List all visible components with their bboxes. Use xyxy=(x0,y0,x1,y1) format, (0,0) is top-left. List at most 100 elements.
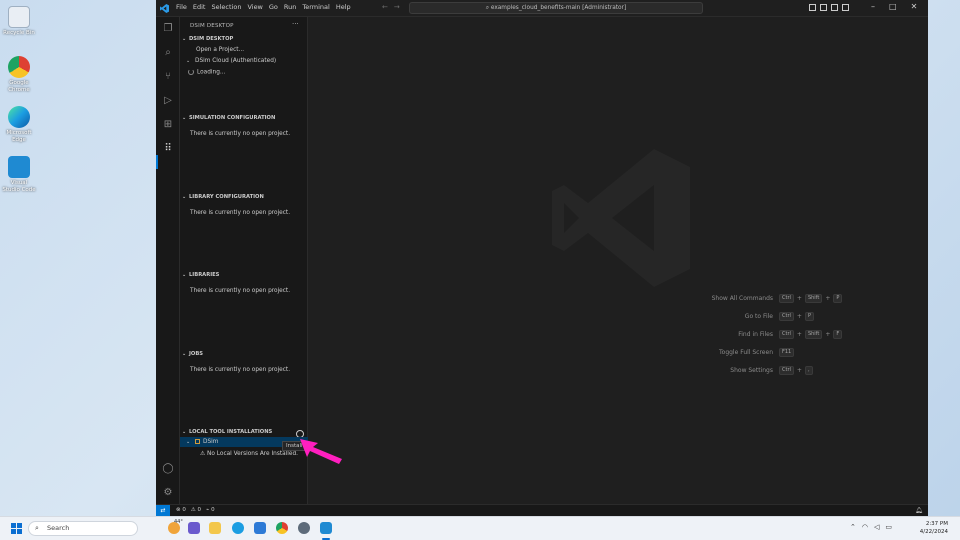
problems-indicator[interactable]: ⊗ 0 ⚠ 0 ⌁ 0 xyxy=(176,507,215,513)
more-actions-icon[interactable]: ··· xyxy=(292,20,299,28)
ports-value: 0 xyxy=(211,507,215,513)
menu-file[interactable]: File xyxy=(176,3,187,11)
run-debug-icon[interactable]: ▷ xyxy=(162,95,174,107)
menu-go[interactable]: Go xyxy=(269,3,278,11)
warning-label: No Local Versions Are Installed. xyxy=(207,451,298,457)
shortcut-keys: Ctrl + Shift + F xyxy=(779,330,843,339)
remote-indicator-icon[interactable]: ⇄ xyxy=(156,505,170,516)
key: F xyxy=(833,330,843,339)
clock[interactable]: 2:37 PM 4/22/2024 xyxy=(908,520,948,536)
nav-arrows: ←→ xyxy=(382,3,406,11)
chevron-down-icon: ⌄ xyxy=(182,115,187,121)
chevron-down-icon: ⌄ xyxy=(182,36,187,42)
volume-icon[interactable]: ◁ xyxy=(874,523,879,531)
edge-taskbar-icon[interactable] xyxy=(232,522,244,534)
source-control-icon[interactable]: ⑂ xyxy=(162,71,174,83)
customize-layout-icon[interactable] xyxy=(842,4,849,11)
shortcut-label: Show All Commands xyxy=(711,295,773,302)
toggle-sidebar-icon[interactable] xyxy=(809,4,816,11)
menu-run[interactable]: Run xyxy=(284,3,296,11)
menu-selection[interactable]: Selection xyxy=(211,3,241,11)
loading-spinner-icon xyxy=(188,69,194,75)
section-header-local-tool-installations[interactable]: ⌄ LOCAL TOOL INSTALLATIONS xyxy=(182,429,272,435)
command-center-text: examples_cloud_benefits-main [Administra… xyxy=(490,5,627,11)
close-icon[interactable]: ✕ xyxy=(911,2,918,11)
minimize-icon[interactable]: – xyxy=(871,2,875,11)
key: P xyxy=(833,294,843,303)
battery-icon[interactable]: ▭ xyxy=(885,523,892,531)
maximize-icon[interactable]: □ xyxy=(889,2,897,11)
clock-date: 4/22/2024 xyxy=(919,529,948,535)
vscode-taskbar-icon[interactable] xyxy=(320,522,332,534)
ports-icon: ⌁ xyxy=(206,507,210,513)
warnings-value: 0 xyxy=(197,507,202,513)
shortcut-keys: Ctrl + P xyxy=(779,312,814,321)
key-plus: + xyxy=(796,295,802,302)
menu-help[interactable]: Help xyxy=(336,3,351,11)
key: Shift xyxy=(804,294,823,303)
command-center[interactable]: ⌕ examples_cloud_benefits-main [Administ… xyxy=(409,2,703,14)
desktop-icon-vscode[interactable]: Visual Studio Code xyxy=(2,156,36,194)
empty-message: There is currently no open project. xyxy=(190,288,291,294)
status-bar: ⇄ ⊗ 0 ⚠ 0 ⌁ 0 🔔︎ xyxy=(156,504,928,516)
chevron-up-icon[interactable]: ⌃ xyxy=(850,523,856,531)
shortcut-show-settings[interactable]: Show Settings Ctrl +, xyxy=(308,366,928,378)
back-arrow-icon[interactable]: ← xyxy=(382,3,394,11)
section-header-simulation-configuration[interactable]: ⌄ SIMULATION CONFIGURATION xyxy=(182,115,275,121)
section-header-library-configuration[interactable]: ⌄ LIBRARY CONFIGURATION xyxy=(182,194,264,200)
settings-taskbar-icon[interactable] xyxy=(298,522,310,534)
dsim-cloud-label: DSim Cloud (Authenticated) xyxy=(195,58,277,64)
shortcut-label: Toggle Full Screen xyxy=(719,349,773,356)
chevron-down-icon: ⌄ xyxy=(182,429,187,435)
errors-value: 0 xyxy=(182,507,186,513)
dsim-cloud-item[interactable]: ⌄ DSim Cloud (Authenticated) xyxy=(186,58,276,64)
shortcut-keys: F11 xyxy=(779,348,795,357)
section-header-jobs[interactable]: ⌄ JOBS xyxy=(182,351,203,357)
key: Shift xyxy=(804,330,823,339)
loading-item: Loading... xyxy=(188,69,225,76)
shortcut-go-to-file[interactable]: Go to File Ctrl + P xyxy=(308,312,928,324)
chrome-taskbar-icon[interactable] xyxy=(276,522,288,534)
toggle-panel-icon[interactable] xyxy=(820,4,827,11)
weather-temp: 44° xyxy=(174,519,183,525)
explorer-icon[interactable]: ❐ xyxy=(162,23,174,35)
section-header-dsim-desktop[interactable]: ⌄ DSIM DESKTOP xyxy=(182,36,233,42)
dsim-tool-item[interactable]: ⌄ DSim xyxy=(186,439,218,445)
empty-message: There is currently no open project. xyxy=(190,367,291,373)
desktop-icon-edge[interactable]: Microsoft Edge xyxy=(2,106,36,144)
store-icon[interactable] xyxy=(254,522,266,534)
key: Ctrl xyxy=(779,330,794,339)
dsim-icon[interactable]: ⠿ xyxy=(162,143,174,155)
search-icon: ⌕ xyxy=(35,524,39,532)
empty-message: There is currently no open project. xyxy=(190,210,291,216)
clock-time: 2:37 PM xyxy=(925,521,948,527)
shortcut-toggle-full-screen[interactable]: Toggle Full Screen F11 xyxy=(308,348,928,360)
notifications-bell-icon[interactable]: 🔔︎ xyxy=(915,507,923,514)
edge-icon xyxy=(8,106,30,128)
section-header-libraries[interactable]: ⌄ LIBRARIES xyxy=(182,272,219,278)
menu-view[interactable]: View xyxy=(247,3,262,11)
forward-arrow-icon[interactable]: → xyxy=(394,3,406,11)
toggle-secondary-sidebar-icon[interactable] xyxy=(831,4,838,11)
key-plus: + xyxy=(796,331,802,338)
account-icon[interactable]: ◯ xyxy=(162,463,174,475)
menu-terminal[interactable]: Terminal xyxy=(302,3,329,11)
file-explorer-icon[interactable] xyxy=(209,522,221,534)
desktop-icon-label: Recycle Bin xyxy=(3,30,35,36)
search-icon[interactable]: ⌕ xyxy=(162,47,174,59)
shortcut-find-in-files[interactable]: Find in Files Ctrl + Shift + F xyxy=(308,330,928,342)
open-project-link[interactable]: Open a Project... xyxy=(196,47,244,53)
network-icon[interactable]: ◠ xyxy=(862,523,868,531)
taskbar: ⌕ Search 44° ⌃ ◠ ◁ ▭ 2:37 PM 4/22/2024 xyxy=(0,516,960,540)
menu-edit[interactable]: Edit xyxy=(193,3,206,11)
taskbar-search[interactable]: ⌕ Search xyxy=(28,521,138,536)
settings-gear-icon[interactable]: ⚙ xyxy=(162,487,174,499)
start-button-icon[interactable] xyxy=(11,523,22,534)
vscode-window: File Edit Selection View Go Run Terminal… xyxy=(156,0,928,516)
teams-chat-icon[interactable] xyxy=(188,522,200,534)
desktop-icon-chrome[interactable]: Google Chrome xyxy=(2,56,36,94)
shortcut-show-all-commands[interactable]: Show All Commands Ctrl + Shift + P xyxy=(308,294,928,306)
desktop-icon-recycle-bin[interactable]: Recycle Bin xyxy=(2,6,36,37)
system-tray: ⌃ ◠ ◁ ▭ xyxy=(850,523,892,531)
extensions-icon[interactable]: ⊞ xyxy=(162,119,174,131)
